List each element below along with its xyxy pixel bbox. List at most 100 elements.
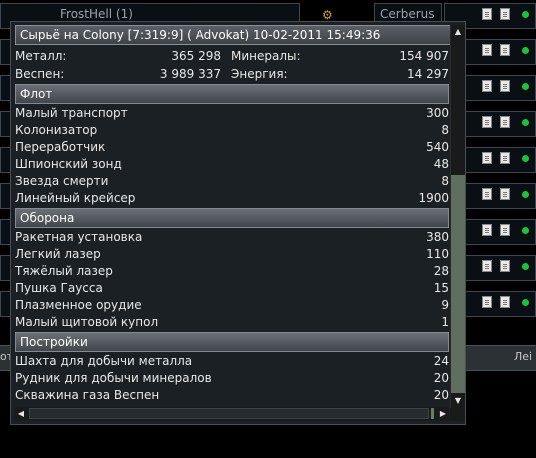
message-icon[interactable] — [482, 224, 492, 236]
list-item: Легкий лазер 110 — [15, 246, 449, 263]
item-label: Шпионский зонд — [15, 157, 122, 171]
item-label: Малый щитовой купол — [15, 315, 159, 329]
item-value: 1 — [441, 315, 449, 329]
item-value: 300 — [426, 106, 449, 120]
message-icon[interactable] — [500, 80, 510, 92]
message-icon[interactable] — [482, 80, 492, 92]
resources-popup: Сырьё на Colony [7:319:9] ( Advokat) 10-… — [10, 21, 466, 425]
item-value: 15 — [433, 281, 449, 295]
list-item: Шпионский зонд 48 — [15, 156, 449, 173]
message-icon[interactable] — [500, 260, 510, 272]
vertical-scrollbar[interactable]: ▲ ▼ — [450, 25, 465, 408]
item-label: Легкий лазер — [15, 247, 101, 261]
list-item: Малый транспорт 300 — [15, 105, 449, 122]
gas-label: Веспен: — [15, 67, 65, 81]
item-value: 20 — [433, 371, 449, 385]
status-dot-icon — [522, 119, 529, 126]
item-value: 380 — [426, 230, 449, 244]
item-label: Звезда смерти — [15, 174, 109, 188]
scroll-down-icon[interactable]: ▼ — [451, 394, 465, 407]
sections-container: Флот Малый транспорт 300 Колонизатор 8 Перера… — [15, 84, 449, 404]
minerals-label: Минералы: — [231, 49, 301, 63]
item-value: 9 — [441, 298, 449, 312]
item-label: Переработчик — [15, 140, 106, 154]
list-item: Колонизатор 8 — [15, 122, 449, 139]
message-icon[interactable] — [482, 152, 492, 164]
energy-value: 14 297 — [407, 67, 449, 81]
item-value: 24 — [433, 354, 449, 368]
metal-label: Металл: — [15, 49, 67, 63]
item-value: 540 — [426, 140, 449, 154]
item-value: 28 — [433, 264, 449, 278]
horizontal-scroll-thumb[interactable] — [29, 408, 429, 419]
list-item: Линейный крейсер 1900 — [15, 190, 449, 207]
message-icon[interactable] — [500, 116, 510, 128]
message-icon[interactable] — [482, 44, 492, 56]
status-dot-icon — [522, 299, 529, 306]
item-label: Линейный крейсер — [15, 191, 136, 205]
item-value: 110 — [426, 247, 449, 261]
energy-label: Энергия: — [231, 67, 288, 81]
list-item: Малый щитовой купол 1 — [15, 314, 449, 331]
popup-content: Металл: 365 298 Минералы: 154 907 Веспен… — [15, 47, 449, 409]
item-value: 8 — [441, 123, 449, 137]
item-label: Скважина газа Веспен — [15, 388, 160, 402]
scroll-left-icon[interactable]: ◀ — [15, 407, 27, 421]
status-dot-icon — [522, 191, 529, 198]
status-dot-icon — [522, 11, 529, 18]
list-item: Звезда смерти 8 — [15, 173, 449, 190]
message-icon[interactable] — [500, 44, 510, 56]
popup-title: Сырьё на Colony [7:319:9] ( Advokat) 10-… — [15, 25, 455, 45]
message-icon[interactable] — [500, 188, 510, 200]
message-icon[interactable] — [482, 296, 492, 308]
status-dot-icon — [522, 83, 529, 90]
list-item: Ракетная установка 380 — [15, 229, 449, 246]
status-dot-icon — [522, 47, 529, 54]
list-item: Скважина газа Веспен 20 — [15, 387, 449, 404]
scrollbar-corner — [450, 408, 465, 421]
item-label: Ракетная установка — [15, 230, 143, 244]
item-value: 8 — [441, 174, 449, 188]
list-item: Плазменное орудие 9 — [15, 297, 449, 314]
footer-right-text: Леі — [514, 350, 533, 363]
vertical-scroll-thumb[interactable] — [451, 175, 465, 393]
message-icon[interactable] — [482, 260, 492, 272]
status-dot-icon — [522, 155, 529, 162]
resources-row-1: Металл: 365 298 Минералы: 154 907 — [15, 47, 449, 65]
status-dot-icon — [522, 263, 529, 270]
scroll-right-icon[interactable]: ▶ — [437, 407, 449, 421]
horizontal-scrollbar[interactable]: ◀ ▶ — [15, 407, 449, 421]
item-label: Колонизатор — [15, 123, 98, 137]
item-label: Рудник для добычи минералов — [15, 371, 212, 385]
list-item: Рудник для добычи минералов 20 — [15, 370, 449, 387]
player-name[interactable]: Cerberus — [380, 7, 435, 21]
horizontal-scroll-grip — [431, 408, 434, 419]
item-label: Тяжёлый лазер — [15, 264, 113, 278]
item-value: 1900 — [418, 191, 449, 205]
item-label: Плазменное орудие — [15, 298, 142, 312]
planet-name[interactable]: FrostHell (1) — [60, 7, 133, 21]
list-item: Пушка Гаусса 15 — [15, 280, 449, 297]
section-header: Оборона — [15, 208, 449, 228]
item-value: 48 — [433, 157, 449, 171]
scroll-up-icon[interactable]: ▲ — [451, 25, 465, 38]
message-icon[interactable] — [500, 152, 510, 164]
message-icon[interactable] — [500, 8, 510, 20]
message-icon[interactable] — [482, 188, 492, 200]
message-icon[interactable] — [500, 296, 510, 308]
status-dot-icon — [522, 227, 529, 234]
metal-value: 365 298 — [171, 49, 221, 63]
list-item: Тяжёлый лазер 28 — [15, 263, 449, 280]
item-value: 20 — [433, 388, 449, 402]
minerals-value: 154 907 — [399, 49, 449, 63]
moon-icon[interactable]: ⚙ — [322, 8, 333, 22]
item-label: Пушка Гаусса — [15, 281, 103, 295]
item-label: Шахта для добычи металла — [15, 354, 193, 368]
message-icon[interactable] — [482, 8, 492, 20]
resources-row-2: Веспен: 3 989 337 Энергия: 14 297 — [15, 65, 449, 83]
message-icon[interactable] — [482, 116, 492, 128]
list-item: Переработчик 540 — [15, 139, 449, 156]
item-label: Малый транспорт — [15, 106, 128, 120]
section-header: Флот — [15, 84, 449, 104]
message-icon[interactable] — [500, 224, 510, 236]
